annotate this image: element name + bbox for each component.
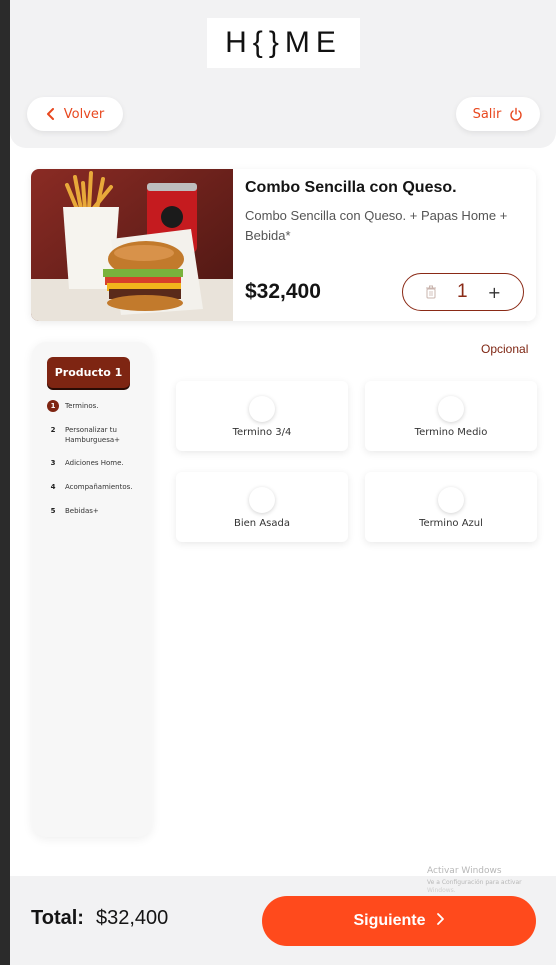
option-label: Bien Asada [234,518,290,529]
radio-button[interactable] [249,487,275,513]
total-label: Total: [31,907,84,929]
next-button[interactable]: Siguiente [262,896,536,946]
step-label: Bebidas+ [65,507,99,515]
product-image [31,169,233,321]
option-label: Termino 3/4 [232,427,292,438]
option-termino-medio[interactable]: Termino Medio [365,381,537,451]
product-price: $32,400 [245,280,321,303]
watermark-title: Activar Windows [427,866,502,876]
product-card: Combo Sencilla con Queso. Combo Sencilla… [31,169,536,321]
option-bien-asada[interactable]: Bien Asada [176,472,348,542]
increment-button[interactable]: + [488,283,501,302]
step-sidebar: Producto 1 1 Terminos. 2 Personalizar tu… [32,342,152,837]
chevron-right-icon [436,912,445,931]
step-label: Adiciones Home. [65,459,124,467]
step-item-terminos[interactable]: 1 Terminos. [47,400,147,412]
window-edge [0,0,10,965]
step-item-adiciones[interactable]: 3 Adiciones Home. [47,457,147,469]
exit-button[interactable]: Salir [456,97,540,131]
home-logo: H{}ME [207,18,360,68]
step-number: 3 [50,459,56,467]
step-item-personalizar[interactable]: 2 Personalizar tu Hamburguesa+ [47,424,147,445]
activation-watermark: Activar Windows Ve a Configuración para … [427,866,522,894]
quantity-value: 1 [457,281,468,302]
back-label: Volver [63,106,105,122]
step-number: 5 [50,507,56,515]
product-description: Combo Sencilla con Queso. + Papas Home +… [245,208,508,243]
total-value: $32,400 [96,907,169,929]
step-label: Personalizar tu Hamburguesa+ [65,426,120,444]
product-tab[interactable]: Producto 1 [47,357,130,388]
trash-icon[interactable] [425,285,437,299]
step-number: 1 [47,400,59,412]
step-number: 2 [50,426,56,434]
step-list: 1 Terminos. 2 Personalizar tu Hamburgues… [47,400,147,529]
step-number: 4 [50,483,56,491]
step-item-acompanamientos[interactable]: 4 Acompañamientos. [47,481,147,493]
chevron-left-icon [46,108,56,120]
next-label: Siguiente [353,912,426,929]
back-button[interactable]: Volver [27,97,123,131]
watermark-subtitle: Ve a Configuración para activar [427,879,522,886]
product-title: Combo Sencilla con Queso. [245,179,457,196]
logo-text: H{}ME [225,26,342,59]
option-termino-azul[interactable]: Termino Azul [365,472,537,542]
radio-button[interactable] [249,396,275,422]
step-label: Acompañamientos. [65,483,133,491]
radio-button[interactable] [438,396,464,422]
watermark-subtitle-cont: Windows. [427,887,456,894]
step-item-bebidas[interactable]: 5 Bebidas+ [47,505,147,517]
exit-label: Salir [472,106,502,122]
option-termino-3-4[interactable]: Termino 3/4 [176,381,348,451]
quantity-stepper: 1 + [402,273,524,311]
power-icon [509,107,523,121]
step-label: Terminos. [65,402,99,410]
optional-label: Opcional [481,342,529,356]
radio-button[interactable] [438,487,464,513]
option-label: Termino Azul [419,518,483,529]
option-label: Termino Medio [414,427,488,438]
